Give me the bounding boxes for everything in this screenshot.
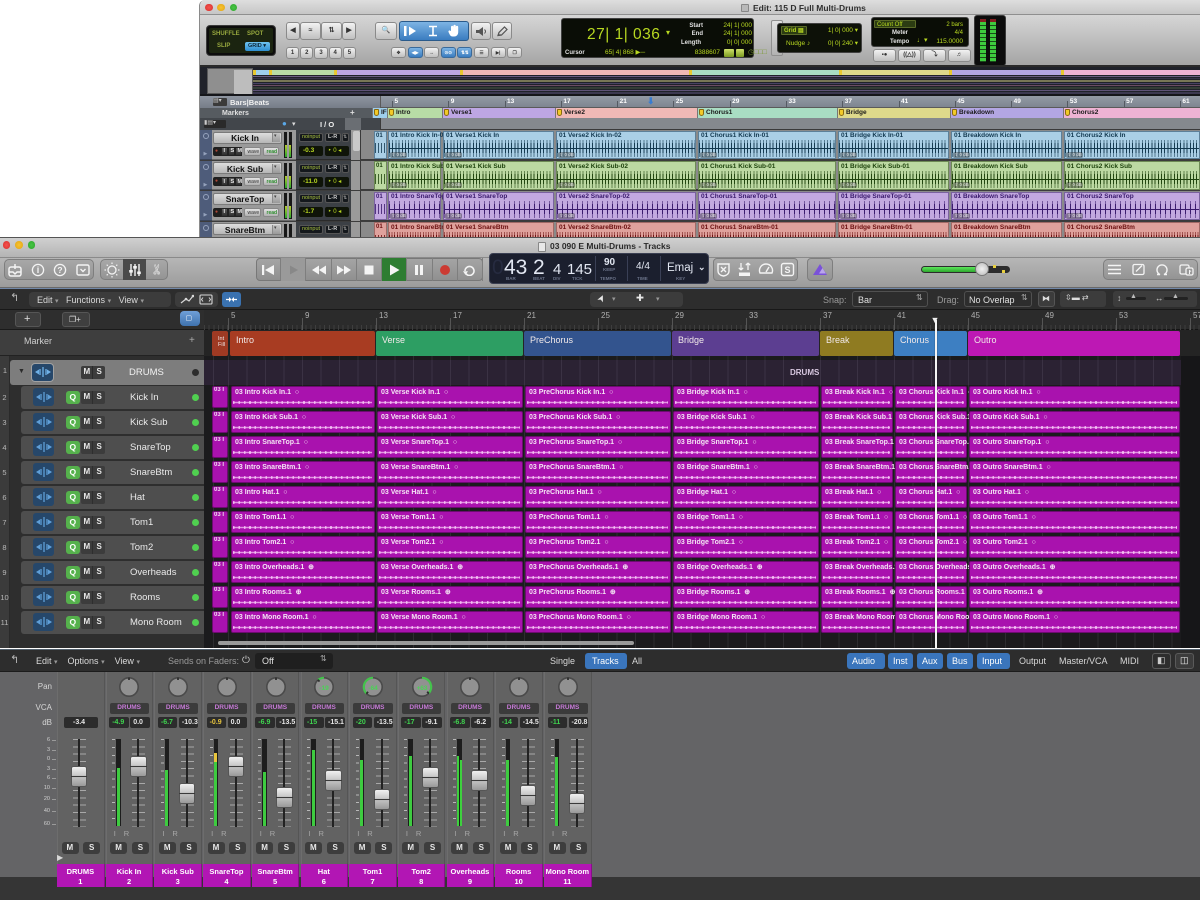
svg-text:S: S — [784, 265, 790, 275]
svg-text:i: i — [36, 265, 39, 275]
svg-text:?: ? — [58, 265, 63, 275]
